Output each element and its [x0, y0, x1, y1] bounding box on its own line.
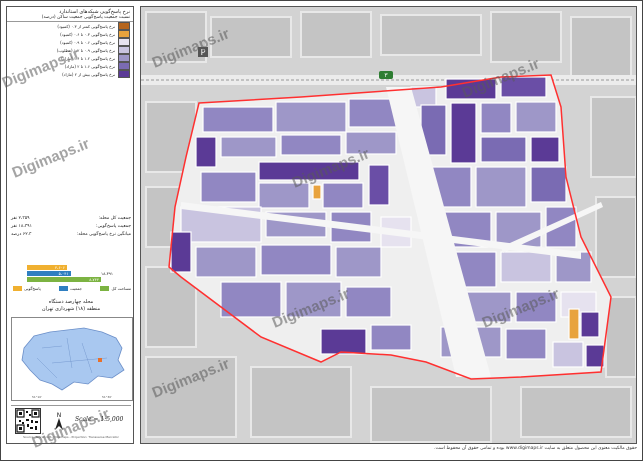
parking-label: P [201, 48, 206, 57]
bar: ۵،۰۴۱ [27, 271, 71, 276]
legend-swatch [118, 46, 130, 54]
legend-title: نرخ پاسخ‌گویی شبکه‌های استاندارد [59, 9, 130, 15]
legend-classes: نرخ پاسخ‌گویی کمتر از ۰.۳ (کمبود) نرخ پاس… [7, 22, 133, 78]
legend-class-row: نرخ پاسخ‌گویی ۱.۶ تا ۲ (مازاد) [7, 62, 133, 70]
legend-swatch [118, 70, 130, 78]
legend-class-label: نرخ پاسخ‌گویی کمتر از ۰.۳ (کمبود) [57, 23, 115, 29]
legend-class-row: نرخ پاسخ‌گویی بیش از ۲ (مازاد) [7, 70, 133, 78]
stat-value: ۶۲.۳ درصد [11, 232, 32, 237]
stat-label: جمعیت کل محله: [98, 216, 131, 221]
map-panel[interactable]: P ۳ [140, 6, 637, 444]
bar-legend-swatch [13, 286, 22, 291]
legend-class-label: نرخ پاسخ‌گویی ۰.۳ تا ۰.۶ (کمبود) [60, 31, 115, 37]
svg-text:51°10': 51°10' [32, 395, 42, 399]
bar-legend-swatch [59, 286, 69, 291]
bar-legend-item: پاسخ‌گویی [13, 286, 41, 291]
legend-swatch [118, 22, 130, 30]
bar-legend-item: جمعیت [59, 286, 82, 291]
location-name: محله چهارصد دستگاه [48, 299, 94, 305]
legend-swatch [118, 62, 130, 70]
legend-class-label: نرخ پاسخ‌گویی ۱.۶ تا ۲ (مازاد) [64, 63, 115, 69]
stat-label: میانگین نرخ پاسخ‌گویی محله: [76, 232, 131, 237]
legend-swatch [118, 30, 130, 38]
stat-row: جمعیت کل محله: ۲،۳۵۹ نفر [11, 215, 131, 223]
stat-value: ۱۸،۳۹۱ نفر [11, 224, 32, 229]
legend-class-row: نرخ پاسخ‌گویی ۰.۳ تا ۰.۶ (کمبود) [7, 30, 133, 38]
bar: ۸،۷۴۴ [27, 277, 101, 282]
location-inset-map: 51°10' 51°30' [11, 317, 133, 401]
bar-total: ۱۸،۳۹۱ [101, 271, 114, 276]
stat-label: جمعیت پاسخ‌گویی: [95, 224, 131, 229]
location-subtitle: منطقه (۱۸) شهرداری تهران [41, 306, 101, 312]
bar-legend-label: پاسخ‌گویی [24, 286, 41, 291]
location-title: محله چهارصد دستگاه منطقه (۱۸) شهرداری ته… [11, 299, 131, 313]
north-arrow-icon: N [51, 410, 67, 432]
svg-text:51°30': 51°30' [102, 395, 112, 399]
legend-panel: نرخ پاسخ‌گویی شبکه‌های استاندارد نسبت جم… [6, 6, 134, 444]
stats-block: جمعیت کل محله: ۲،۳۵۹ نفر جمعیت پاسخ‌گویی:… [11, 215, 131, 239]
legend-class-row: نرخ پاسخ‌گویی ۱.۲ تا ۱.۶ (مازاد) [7, 54, 133, 62]
bar-chart: ۴،۶۰۶ ۵،۰۴۱ ۸،۷۴۴ [27, 265, 101, 283]
legend-class-label: نرخ پاسخ‌گویی بیش از ۲ (مازاد) [62, 71, 115, 77]
legend-swatch [118, 54, 130, 62]
footer-block: N Scale = 1:5,000 Source: Tehran GIS / D… [11, 405, 131, 442]
bar-legend-label: جمعیت [70, 286, 82, 291]
stat-value: ۲،۳۵۹ نفر [11, 216, 30, 221]
legend-class-row: نرخ پاسخ‌گویی ۰.۶ تا ۰.۹ (کمبود) [7, 38, 133, 46]
bar-legend: پاسخ‌گویی جمعیت مساحت کل [13, 286, 131, 291]
neighborhood-map-svg: P ۳ [141, 7, 636, 443]
stat-row: جمعیت پاسخ‌گویی: ۱۸،۳۹۱ نفر [11, 223, 131, 231]
north-label: N [57, 412, 62, 419]
bar-legend-item: مساحت کل [100, 286, 131, 291]
legend-class-label: نرخ پاسخ‌گویی ۰.۹ تا ۱.۲ (مطلوب) [56, 47, 115, 53]
legend-class-label: نرخ پاسخ‌گویی ۱.۲ تا ۱.۶ (مازاد) [61, 55, 115, 61]
scale-text: Scale = 1:5,000 [75, 416, 124, 423]
legend-class-label: نرخ پاسخ‌گویی ۰.۶ تا ۰.۹ (کمبود) [60, 39, 115, 45]
location-marker [98, 358, 102, 362]
bar-legend-label: مساحت کل [111, 286, 131, 291]
legend-subtitle: نسبت جمعیت پاسخ‌گویی جمعیت ساکن (درصد) [7, 15, 133, 22]
legend-class-row: نرخ پاسخ‌گویی کمتر از ۰.۳ (کمبود) [7, 22, 133, 30]
qr-code-icon [15, 408, 41, 434]
bar-legend-swatch [100, 286, 110, 291]
copyright-notice: حقوق مالکیت معنوی این محصول متعلق به سای… [434, 446, 637, 451]
stat-row: میانگین نرخ پاسخ‌گویی محله: ۶۲.۳ درصد [11, 231, 131, 239]
bar: ۴،۶۰۶ [27, 265, 67, 270]
tehran-outline-svg: 51°10' 51°30' [21, 327, 125, 399]
fine-print: Source: Tehran GIS / Digimaps - Projecti… [23, 435, 119, 439]
legend-class-row: نرخ پاسخ‌گویی ۰.۹ تا ۱.۲ (مطلوب) [7, 46, 133, 54]
legend-swatch [118, 38, 130, 46]
